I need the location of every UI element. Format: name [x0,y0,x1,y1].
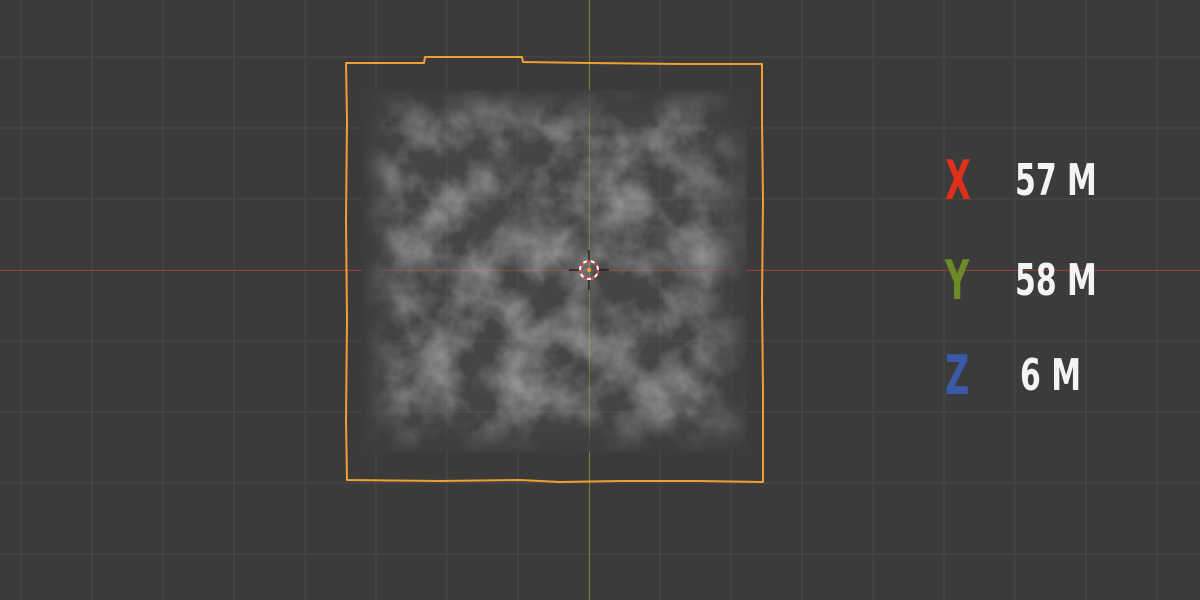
y-axis-label: Y [945,249,970,312]
3d-viewport[interactable]: X 57 M Y 58 M Z 6 M [0,0,1200,600]
smoke-fade-vertical [362,90,747,452]
z-axis-label: Z [945,344,970,407]
dimensions-overlay: X 57 M Y 58 M Z 6 M [945,145,1145,435]
x-axis-label: X [945,149,971,212]
dimension-z: Z 6 M [945,340,1145,420]
x-dimension-value: 57 M [1015,155,1097,206]
z-dimension-value: 6 M [1020,350,1082,401]
dimension-x: X 57 M [945,145,1145,225]
dimension-y: Y 58 M [945,245,1145,325]
y-dimension-value: 58 M [1015,255,1097,306]
3d-cursor-icon[interactable] [569,250,609,290]
